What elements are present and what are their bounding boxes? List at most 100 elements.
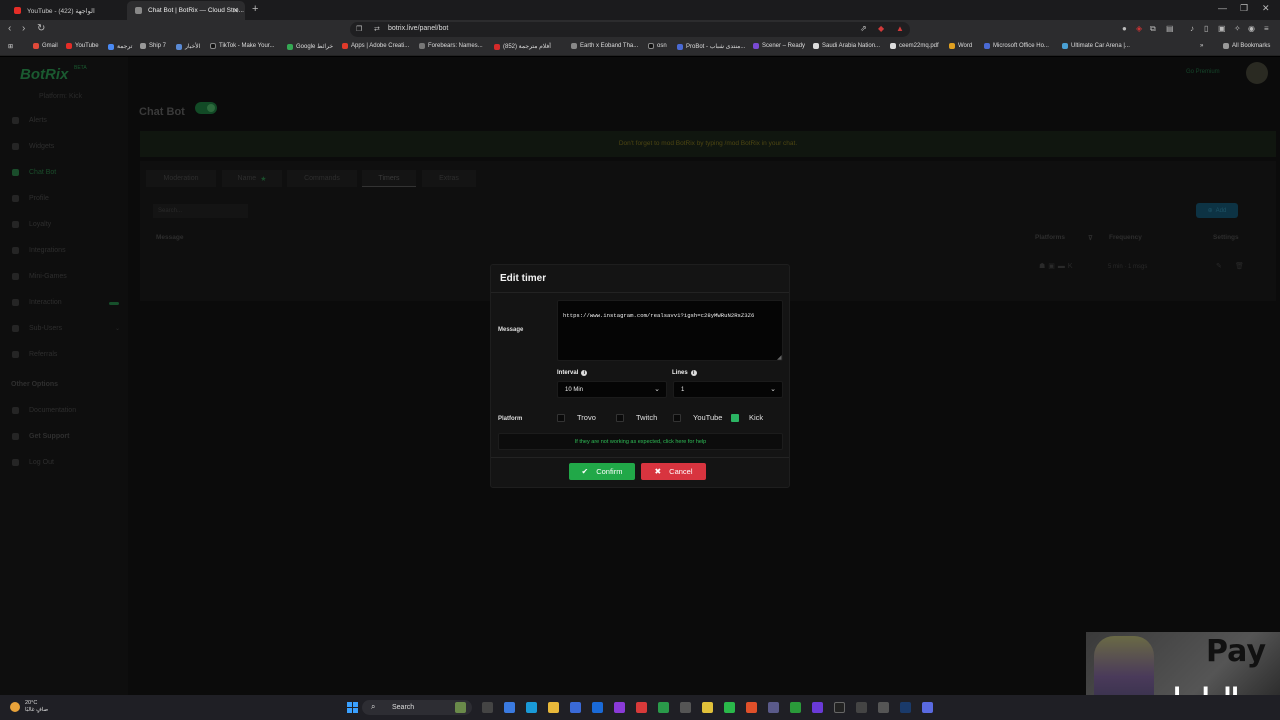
trovo-checkbox[interactable]	[557, 413, 565, 422]
bookmark-translate[interactable]: ترجمة	[108, 43, 132, 50]
platform-trovo[interactable]: Trovo	[557, 413, 596, 422]
sidebar-item-integrations[interactable]: Integrations	[12, 247, 66, 254]
wallet-icon[interactable]: ▣	[1218, 24, 1226, 33]
bookmark-tiktok[interactable]: TikTok - Make Your...	[210, 43, 274, 49]
xbox-icon[interactable]	[790, 702, 801, 713]
bookmark-probot[interactable]: ProBot - منتدى شباب...	[677, 43, 745, 50]
bookmark-adobe[interactable]: Apps | Adobe Creati...	[342, 43, 409, 49]
go-premium-link[interactable]: Go Premium	[1186, 69, 1220, 75]
sidebar-item-sub-users[interactable]: Sub-Users	[12, 325, 62, 332]
confirm-button[interactable]: ✔ Confirm	[569, 463, 635, 480]
sidebar-item-log-out[interactable]: Log Out	[12, 459, 54, 466]
platform-twitch[interactable]: Twitch	[616, 413, 657, 422]
whatsapp-icon[interactable]	[724, 702, 735, 713]
back-icon[interactable]: ‹	[8, 23, 11, 34]
tab-extras[interactable]: Extras	[422, 170, 476, 187]
more-bookmarks-icon[interactable]: »	[1200, 43, 1203, 49]
bookmark-youtube[interactable]: YouTube	[66, 43, 99, 49]
sidebar-item-documentation[interactable]: Documentation	[12, 407, 76, 414]
platform-youtube[interactable]: YouTube	[673, 413, 722, 422]
kick-checkbox[interactable]	[731, 413, 739, 422]
app-icon[interactable]	[856, 702, 867, 713]
tab-commands[interactable]: Commands	[287, 170, 357, 187]
bookmark-earth[interactable]: Earth x Eoband Tha...	[571, 43, 638, 49]
avatar[interactable]	[1246, 62, 1268, 84]
panel-icon[interactable]: ▯	[1204, 24, 1208, 33]
info-icon[interactable]: i	[581, 370, 588, 376]
search-input[interactable]: Search...	[153, 204, 248, 218]
weather-widget[interactable]: 20°C صافٍ غالبًا	[10, 700, 48, 714]
bookmark-gmail[interactable]: Gmail	[33, 43, 58, 49]
resize-handle-icon[interactable]: ◢	[777, 354, 782, 361]
file-explorer-icon[interactable]	[548, 702, 559, 713]
sidebar-item-interaction[interactable]: Interaction	[12, 299, 62, 306]
task-view-icon[interactable]	[482, 702, 493, 713]
chrome-icon[interactable]	[702, 702, 713, 713]
app-icon[interactable]	[614, 702, 625, 713]
settings-icon[interactable]	[680, 702, 691, 713]
leo-icon[interactable]: ✧	[1234, 24, 1241, 33]
platform-kick[interactable]: Kick	[731, 413, 763, 422]
share-icon[interactable]: ⇗	[860, 24, 867, 33]
tab-botrix[interactable]: Chat Bot | BotRix — Cloud Stre... ✕	[127, 1, 245, 20]
interval-select[interactable]: 10 Min ⌄	[557, 381, 667, 398]
minimize-button[interactable]: —	[1218, 3, 1227, 13]
lines-select[interactable]: 1 ⌄	[673, 381, 783, 398]
music-icon[interactable]: ♪	[1190, 24, 1194, 33]
add-timer-button[interactable]: ⊕ Add	[1196, 203, 1238, 218]
opera-icon[interactable]	[636, 702, 647, 713]
obs-icon[interactable]	[834, 702, 845, 713]
discord-icon[interactable]	[922, 702, 933, 713]
edge-icon[interactable]	[526, 702, 537, 713]
menu-icon[interactable]: ≡	[1264, 24, 1269, 33]
rewards-icon[interactable]: ▲	[896, 24, 904, 33]
bookmark-saudi[interactable]: Saudi Arabia Nation...	[813, 43, 880, 49]
brave-shield-icon[interactable]: ◆	[878, 24, 884, 33]
new-tab-button[interactable]: +	[252, 3, 258, 15]
bookmark-word[interactable]: Word	[949, 43, 972, 49]
bookmark-osn[interactable]: osn	[648, 43, 667, 49]
site-info-icon[interactable]: ⇄	[374, 25, 380, 33]
filter-icon[interactable]: ⊽	[1088, 234, 1093, 242]
help-link[interactable]: If they are not working as expected, cli…	[498, 433, 783, 450]
chatbot-toggle[interactable]	[195, 102, 217, 114]
all-bookmarks[interactable]: All Bookmarks	[1223, 43, 1270, 49]
brand-logo[interactable]: BotRix	[20, 66, 68, 83]
apps-grid-icon[interactable]: ⊞	[8, 43, 13, 50]
sidebar-item-chat-bot[interactable]: Chat Bot	[12, 169, 56, 176]
sidebar-item-referrals[interactable]: Referrals	[12, 351, 57, 358]
widget-app-icon[interactable]	[455, 702, 466, 713]
shield-icon[interactable]: ●	[1122, 24, 1127, 33]
vpn-icon[interactable]: ◉	[1248, 24, 1255, 33]
sidebar-icon[interactable]: ▤	[1166, 24, 1174, 33]
copilot-icon[interactable]	[504, 702, 515, 713]
close-window-button[interactable]: ✕	[1262, 3, 1270, 14]
excel-icon[interactable]	[658, 702, 669, 713]
steam-icon[interactable]	[900, 702, 911, 713]
bookmark-pdf[interactable]: ceem22mq.pdf	[890, 43, 939, 49]
bookmark-scener[interactable]: Scener – Ready	[753, 43, 805, 49]
app-icon[interactable]	[878, 702, 889, 713]
tab-youtube[interactable]: YouTube - (422) الواجهة	[6, 1, 126, 20]
sidebar-item-loyalty[interactable]: Loyalty	[12, 221, 51, 228]
maximize-button[interactable]: ❐	[1240, 3, 1248, 14]
bookmark-icon[interactable]: ❐	[356, 25, 362, 33]
sidebar-item-widgets[interactable]: Widgets	[12, 143, 54, 150]
bookmark-movies[interactable]: أفلام مترجمة (852)	[494, 43, 551, 50]
edit-icon[interactable]: ✎	[1216, 262, 1222, 270]
tab-moderation[interactable]: Moderation	[146, 170, 216, 187]
bookmark-ship7[interactable]: Ship 7	[140, 43, 166, 49]
sidebar-item-get-support[interactable]: Get Support	[12, 433, 69, 440]
cancel-button[interactable]: ✖ Cancel	[641, 463, 706, 480]
youtube-checkbox[interactable]	[673, 413, 681, 422]
sidebar-item-profile[interactable]: Profile	[12, 195, 49, 202]
bookmark-office[interactable]: Microsoft Office Ho...	[984, 43, 1049, 49]
chevron-down-icon[interactable]: ⌄	[115, 325, 120, 332]
reload-icon[interactable]: ↻	[37, 23, 45, 34]
windows-start-icon[interactable]	[347, 702, 358, 713]
store-icon[interactable]	[570, 702, 581, 713]
bookmark-car-arena[interactable]: Ultimate Car Arena |...	[1062, 43, 1130, 49]
tab-name[interactable]: Name ★	[222, 170, 282, 187]
bookmark-news[interactable]: الأخبار	[176, 43, 200, 50]
app-icon[interactable]	[812, 702, 823, 713]
